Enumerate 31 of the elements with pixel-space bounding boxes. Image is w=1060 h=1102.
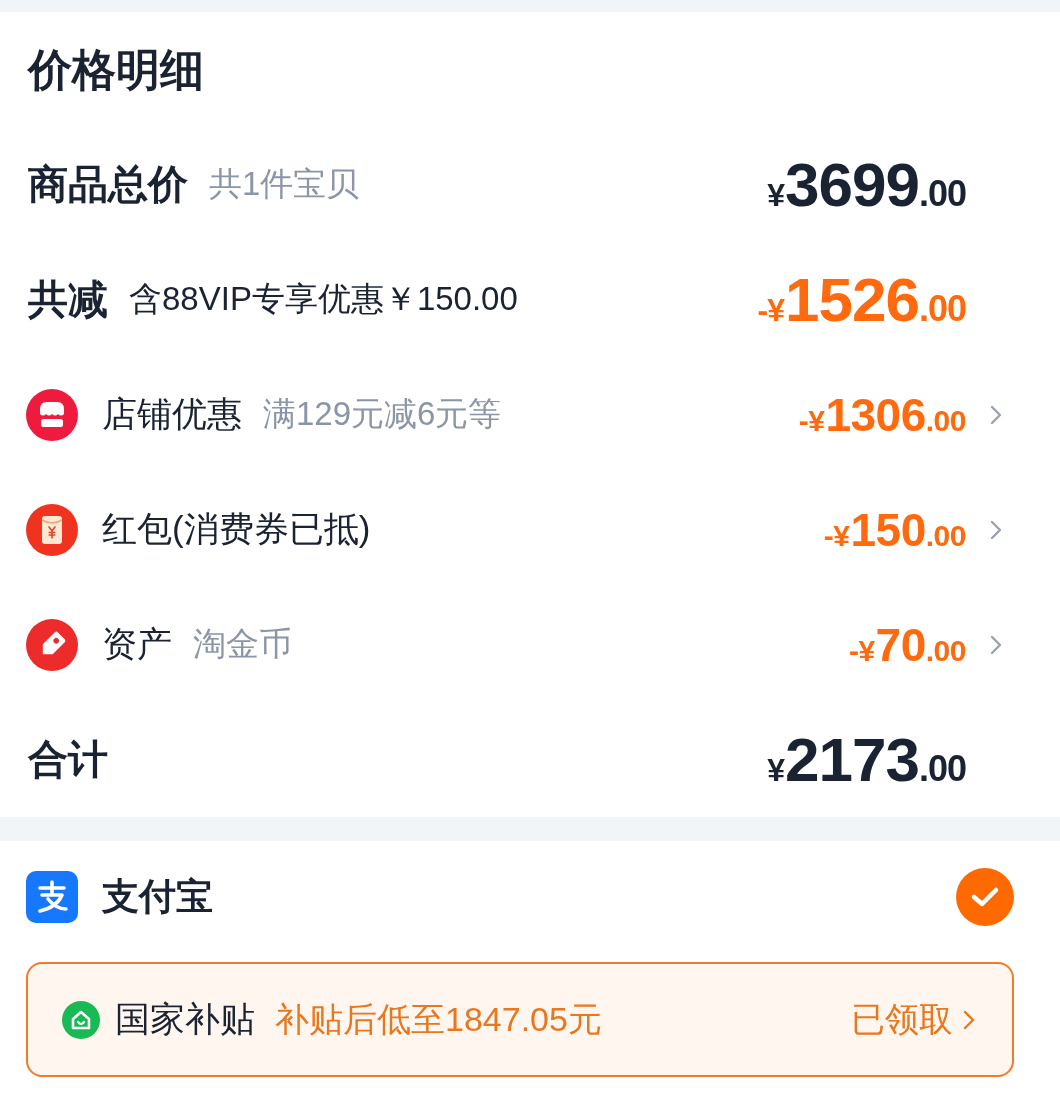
payment-method-label: 支付宝 bbox=[102, 875, 213, 919]
claimed-link[interactable]: 已领取 bbox=[851, 996, 975, 1043]
price-label: 资产 bbox=[102, 623, 172, 665]
subsidy-offer-text: 补贴后低至1847.05元 bbox=[275, 998, 602, 1040]
price-label: 店铺优惠 bbox=[102, 393, 242, 435]
price-amount: -¥150.00 bbox=[823, 506, 966, 553]
chevron-right-icon[interactable] bbox=[990, 404, 1002, 425]
payment-logo-icon bbox=[26, 871, 78, 923]
price-label: 合计 bbox=[28, 736, 108, 783]
check-circle-icon[interactable] bbox=[956, 868, 1014, 926]
money-envelope-icon bbox=[26, 503, 78, 556]
subsidy-label: 国家补贴 bbox=[115, 998, 255, 1040]
price-amount: ¥2173.00 bbox=[767, 728, 966, 791]
price-amount: -¥1306.00 bbox=[798, 391, 966, 438]
store-icon bbox=[26, 388, 78, 441]
chevron-right-icon[interactable] bbox=[963, 1009, 975, 1030]
price-amount: -¥1526.00 bbox=[757, 268, 966, 331]
price-amount: -¥70.00 bbox=[848, 621, 966, 668]
price-label: 共减 bbox=[28, 276, 108, 323]
house-badge-icon bbox=[62, 1000, 100, 1039]
price-note: 满129元减6元等 bbox=[263, 394, 502, 434]
price-note: 淘金币 bbox=[193, 624, 292, 664]
price-note: 共1件宝贝 bbox=[209, 164, 360, 204]
price-label: 红包(消费券已抵) bbox=[102, 508, 371, 550]
price-note: 含88VIP专享优惠￥150.00 bbox=[129, 279, 518, 319]
section-title: 价格明细 bbox=[28, 45, 204, 95]
chevron-right-icon[interactable] bbox=[990, 519, 1002, 540]
price-label: 商品总价 bbox=[28, 161, 188, 208]
price-amount: ¥3699.00 bbox=[767, 153, 966, 216]
tag-icon bbox=[26, 618, 78, 671]
chevron-right-icon[interactable] bbox=[990, 634, 1002, 655]
